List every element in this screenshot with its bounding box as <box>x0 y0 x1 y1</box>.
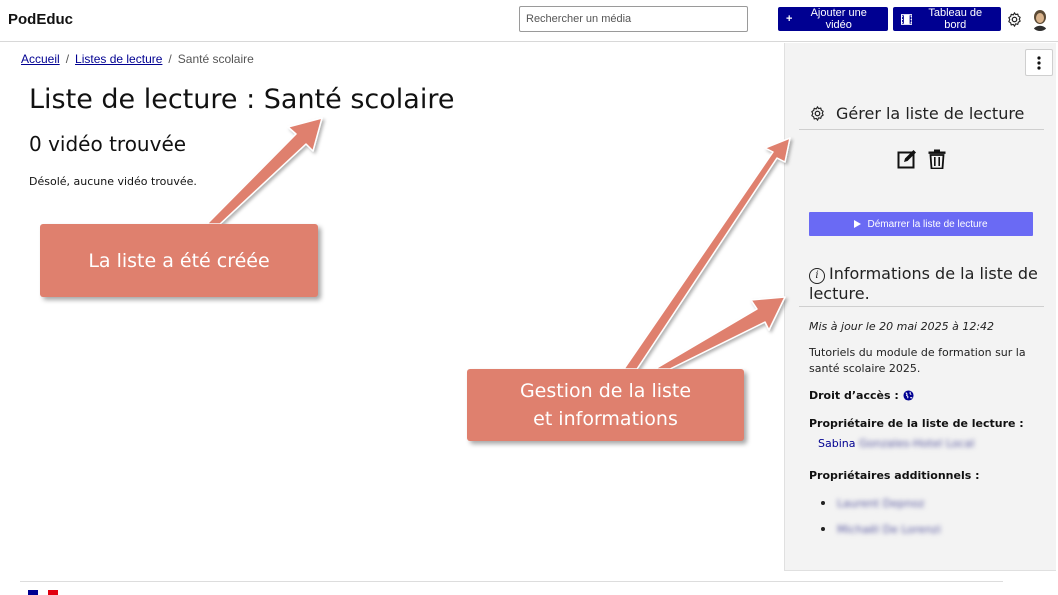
playlist-sidebar: Gérer la liste de lecture Démarrer la li… <box>784 43 1056 571</box>
breadcrumb-current: Santé scolaire <box>177 52 254 66</box>
search-input[interactable] <box>519 6 748 32</box>
breadcrumb-playlists-link[interactable]: Listes de lecture <box>75 52 162 66</box>
callout-created-text: La liste a été créée <box>88 249 270 272</box>
republic-logo-icon <box>28 590 58 595</box>
list-item[interactable]: Michaël De Lorenzi <box>821 516 941 542</box>
divider <box>799 129 1044 130</box>
trash-icon[interactable] <box>928 149 946 169</box>
dashboard-label: Tableau de bord <box>928 7 983 31</box>
play-icon <box>854 220 862 228</box>
owner-last-name-blurred: Gonzales-Hotel Local <box>858 437 975 450</box>
user-avatar[interactable] <box>1031 9 1049 31</box>
video-count: 0 vidéo trouvée <box>29 132 187 156</box>
bullet <box>821 527 825 531</box>
vertical-dots-icon <box>1037 55 1041 70</box>
dashboard-button[interactable]: Tableau de bord <box>893 7 1001 31</box>
owner-first-name: Sabina <box>818 437 856 450</box>
gear-icon <box>811 106 824 121</box>
callout-manage-info: Gestion de la liste et informations <box>467 369 744 441</box>
plus-icon: + <box>786 13 793 25</box>
access-rights: Droit d’accès : <box>809 389 914 402</box>
updated-date: Mis à jour le 20 mai 2025 à 12:42 <box>809 320 995 333</box>
edit-icon[interactable] <box>897 149 917 169</box>
info-title-text: Informations de la liste de lecture. <box>809 264 1038 303</box>
globe-icon <box>903 390 914 401</box>
empty-message: Désolé, aucune vidéo trouvée. <box>29 175 197 188</box>
playlist-description: Tutoriels du module de formation sur la … <box>809 346 1026 375</box>
gear-icon[interactable] <box>1006 11 1023 28</box>
add-video-label: Ajouter une vidéo <box>810 7 867 31</box>
breadcrumb-home-link[interactable]: Accueil <box>21 52 60 66</box>
start-playlist-button[interactable]: Démarrer la liste de lecture <box>809 212 1033 236</box>
list-item[interactable]: Laurent Depnoz <box>821 490 941 516</box>
additional-owner-name: Michaël De Lorenzi <box>837 522 941 536</box>
footer-divider <box>20 581 1003 582</box>
top-header: PodEduc + Ajouter une vidéo Tableau de b… <box>0 0 1058 42</box>
info-section-title: i Informations de la liste de lecture. <box>809 264 1044 304</box>
manage-section-title: Gérer la liste de lecture <box>809 104 1024 123</box>
callout-created: La liste a été créée <box>40 224 318 297</box>
callout-manage-line2: et informations <box>533 408 678 430</box>
additional-owners-label: Propriétaires additionnels : <box>809 469 980 482</box>
arrow-to-title <box>206 117 323 225</box>
arrow-to-manage <box>623 137 791 370</box>
owner-name[interactable]: Sabina Gonzales-Hotel Local <box>818 437 974 450</box>
manage-title-text: Gérer la liste de lecture <box>836 104 1025 123</box>
add-video-button[interactable]: + Ajouter une vidéo <box>778 7 888 31</box>
start-playlist-label: Démarrer la liste de lecture <box>867 218 988 230</box>
brand-logo-text[interactable]: PodEduc <box>8 11 73 28</box>
page-title: Liste de lecture : Santé scolaire <box>29 84 455 115</box>
access-label: Droit d’accès : <box>809 389 899 402</box>
film-icon <box>901 13 913 25</box>
divider <box>799 306 1044 307</box>
breadcrumb: Accueil / Listes de lecture / Santé scol… <box>21 52 254 66</box>
additional-owners-list: Laurent Depnoz Michaël De Lorenzi <box>821 490 941 542</box>
callout-manage-line1: Gestion de la liste <box>519 380 692 402</box>
breadcrumb-separator: / <box>65 52 70 66</box>
additional-owner-name: Laurent Depnoz <box>837 496 925 510</box>
arrow-to-info <box>654 296 786 370</box>
bullet <box>821 501 825 505</box>
breadcrumb-separator: / <box>168 52 172 66</box>
more-options-button[interactable] <box>1025 49 1053 76</box>
info-icon: i <box>809 268 825 284</box>
owner-label: Propriétaire de la liste de lecture : <box>809 417 1024 430</box>
